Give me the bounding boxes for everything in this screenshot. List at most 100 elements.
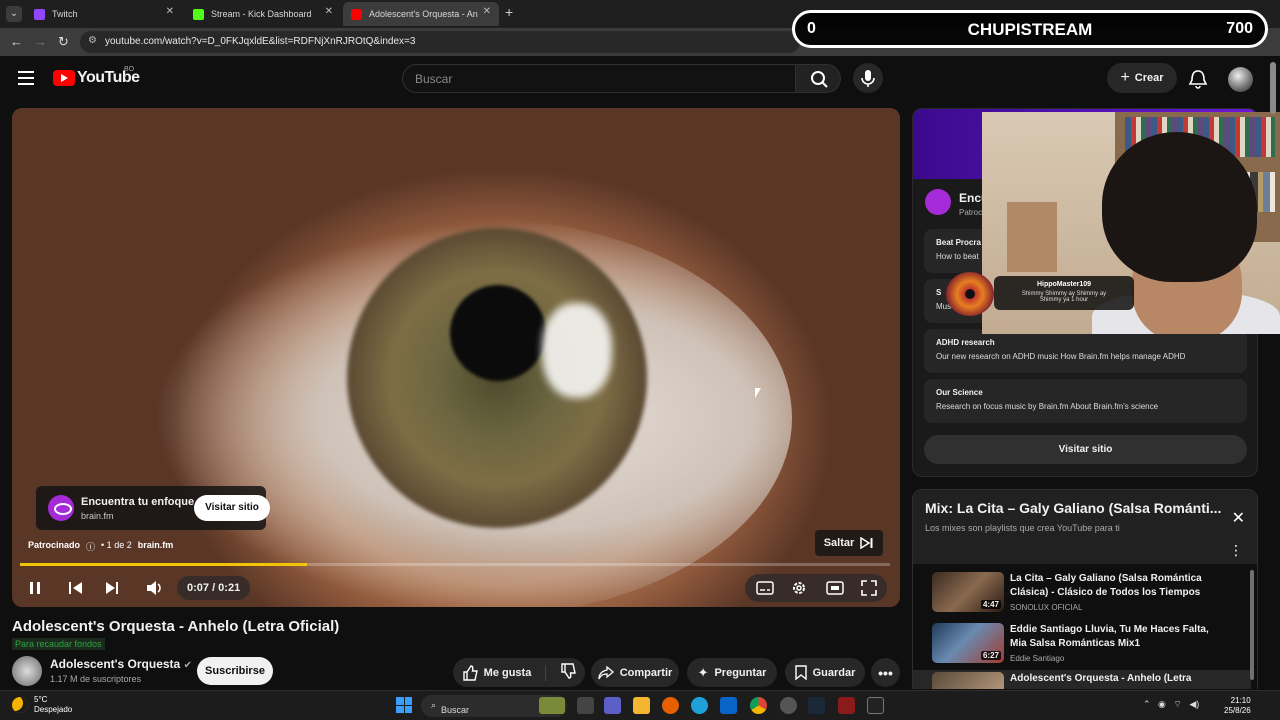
channel-avatar[interactable] [12, 656, 42, 686]
playlist-item-title: Adolescent's Orquesta - Anhelo (Letra [1010, 673, 1192, 684]
playlist-item-current[interactable]: Adolescent's Orquesta - Anhelo (Letra [913, 670, 1251, 689]
new-tab-button[interactable]: + [505, 4, 513, 20]
subtitles-icon[interactable] [756, 581, 774, 595]
file-explorer-icon[interactable] [633, 697, 650, 714]
ad-sponsored-label: Patrocinado [28, 540, 81, 550]
tab-kick-dashboard[interactable]: Stream - Kick Dashboard ✕ [185, 2, 341, 26]
ad-overlay-card[interactable]: Encuentra tu enfoque brain.fm Visitar si… [36, 486, 270, 530]
next-icon[interactable] [104, 581, 120, 595]
save-button[interactable]: Guardar [785, 658, 865, 687]
thumbs-up-icon [462, 664, 478, 681]
search-input[interactable]: Buscar [402, 64, 796, 93]
subscribe-button[interactable]: Suscribirse [197, 657, 273, 685]
tab-search-button[interactable]: ⌄ [6, 6, 22, 22]
close-icon[interactable]: ✕ [1232, 508, 1245, 528]
verified-icon: ✔ [183, 660, 192, 671]
like-button[interactable]: Me gusta [462, 664, 547, 681]
edge-icon[interactable] [691, 697, 708, 714]
weather-widget[interactable]: 5°C Despejado [12, 695, 72, 715]
ad-visit-site-button[interactable]: Visitar sitio [924, 435, 1247, 464]
youtube-play-icon [53, 70, 75, 86]
create-button[interactable]: + Crear [1107, 63, 1177, 93]
epic-games-icon[interactable] [867, 697, 884, 714]
sitelink-title: ADHD research [936, 338, 995, 347]
more-actions-button[interactable]: ••• [871, 658, 900, 687]
overlay-right-score: 700 [1226, 20, 1253, 37]
more-vertical-icon[interactable]: ⋮ [1229, 542, 1243, 559]
page-scrollbar[interactable] [1270, 62, 1276, 114]
donation-alert: HippoMaster109 Shimmy Shimmy ay Shimmy a… [946, 272, 1136, 316]
tab-youtube[interactable]: Adolescent's Orquesta - An ✕ [343, 2, 499, 26]
close-icon[interactable]: ✕ [483, 6, 491, 17]
search-button[interactable] [795, 64, 841, 93]
taskbar-search-text: Buscar [441, 705, 470, 715]
taskbar-search-label: ⌕ Buscar [431, 700, 470, 715]
video-thumbnail: 6:27 [932, 623, 1004, 663]
chrome-icon[interactable] [750, 697, 767, 714]
ad-sitelink[interactable]: ADHD research Our new research on ADHD mu… [924, 329, 1247, 373]
country-code: BO [124, 66, 135, 73]
close-icon[interactable]: ✕ [325, 6, 333, 17]
ad-sitelink[interactable]: Our Science Research on focus music by Br… [924, 379, 1247, 423]
channel-name[interactable]: Adolescent's Orquesta ✔ [50, 657, 192, 671]
ad-sponsored-label: Patroc [959, 208, 983, 217]
menu-icon[interactable] [18, 71, 34, 89]
brainfm-logo-icon [925, 189, 951, 215]
url-field[interactable]: ⚙ youtube.com/watch?v=D_0FKJqxldE&list=R… [80, 31, 800, 53]
close-icon[interactable]: ✕ [166, 6, 174, 17]
ad-domain: brain.fm [81, 511, 114, 521]
previous-icon[interactable] [68, 581, 84, 595]
donor-name: HippoMaster109 [1036, 281, 1092, 288]
fundraiser-badge[interactable]: Para recaudar fondos [12, 638, 105, 650]
firefox-icon[interactable] [662, 697, 679, 714]
notifications-button[interactable] [1188, 68, 1208, 95]
video-player[interactable]: Encuentra tu enfoque brain.fm Visitar si… [12, 108, 900, 607]
video-thumbnail: 4:47 [932, 572, 1004, 612]
settings-gear-icon[interactable] [791, 580, 807, 596]
reload-icon[interactable]: ↻ [58, 34, 69, 50]
tab-twitch[interactable]: Twitch ✕ [26, 2, 182, 26]
dislike-button[interactable] [552, 663, 577, 682]
voice-search-button[interactable] [853, 63, 883, 93]
theater-mode-icon[interactable] [826, 581, 844, 595]
bell-icon [1188, 70, 1208, 89]
steam-icon[interactable] [808, 697, 825, 714]
playlist-item[interactable]: 6:27 Eddie Santiago Lluvia, Tu Me Haces … [913, 621, 1251, 671]
skip-ad-button[interactable]: Saltar [815, 530, 883, 556]
windows-start-icon[interactable] [396, 697, 412, 713]
site-info-icon[interactable]: ⚙ [88, 35, 97, 46]
windows-taskbar: 5°C Despejado ⌕ Buscar ⌃ ◉ ⌔ ◀) 21:10 25… [0, 690, 1280, 720]
playlist-scrollbar[interactable] [1250, 570, 1254, 680]
url-text: youtube.com/watch?v=D_0FKJqxldE&list=RDF… [105, 36, 416, 47]
video-frame-pupil [450, 285, 546, 381]
playlist-title[interactable]: Mix: La Cita – Galy Galiano (Salsa Román… [925, 500, 1221, 516]
clock[interactable]: 21:10 25/8/26 [1224, 696, 1251, 716]
playlist-item[interactable]: 4:47 La Cita – Galy Galiano (Salsa Román… [913, 570, 1251, 620]
ad-visit-site-button[interactable]: Visitar sitio [194, 495, 270, 521]
app-icon[interactable] [838, 697, 855, 714]
progress-bar[interactable] [20, 563, 890, 566]
system-tray[interactable]: ⌃ ◉ ⌔ ◀) [1143, 699, 1199, 710]
pause-icon[interactable] [28, 581, 42, 595]
ad-domain-link[interactable]: brain.fm [138, 540, 174, 553]
taskbar-widget-icon[interactable] [539, 697, 565, 714]
playlist-subtitle: Los mixes son playlists que crea YouTube… [925, 523, 1120, 533]
save-label: Guardar [812, 666, 856, 679]
volume-icon[interactable] [146, 580, 164, 596]
clock-date: 25/8/26 [1224, 706, 1251, 715]
like-label: Me gusta [483, 666, 532, 679]
mail-icon[interactable] [720, 697, 737, 714]
fullscreen-icon[interactable] [861, 580, 877, 596]
share-button[interactable]: Compartir [591, 658, 679, 687]
back-icon[interactable]: ← [10, 34, 23, 49]
youtube-logo[interactable]: YouTube BO [53, 66, 140, 87]
account-avatar[interactable] [1228, 67, 1253, 92]
info-icon[interactable]: ⓘ [86, 540, 95, 553]
task-view-icon[interactable] [577, 697, 594, 714]
app-icon[interactable] [780, 697, 797, 714]
forward-icon[interactable]: → [34, 34, 47, 49]
mouse-cursor-icon [755, 388, 761, 398]
video-frame-reflection [542, 303, 612, 398]
ask-button[interactable]: ✦ Preguntar [687, 658, 777, 687]
teams-icon[interactable] [604, 697, 621, 714]
